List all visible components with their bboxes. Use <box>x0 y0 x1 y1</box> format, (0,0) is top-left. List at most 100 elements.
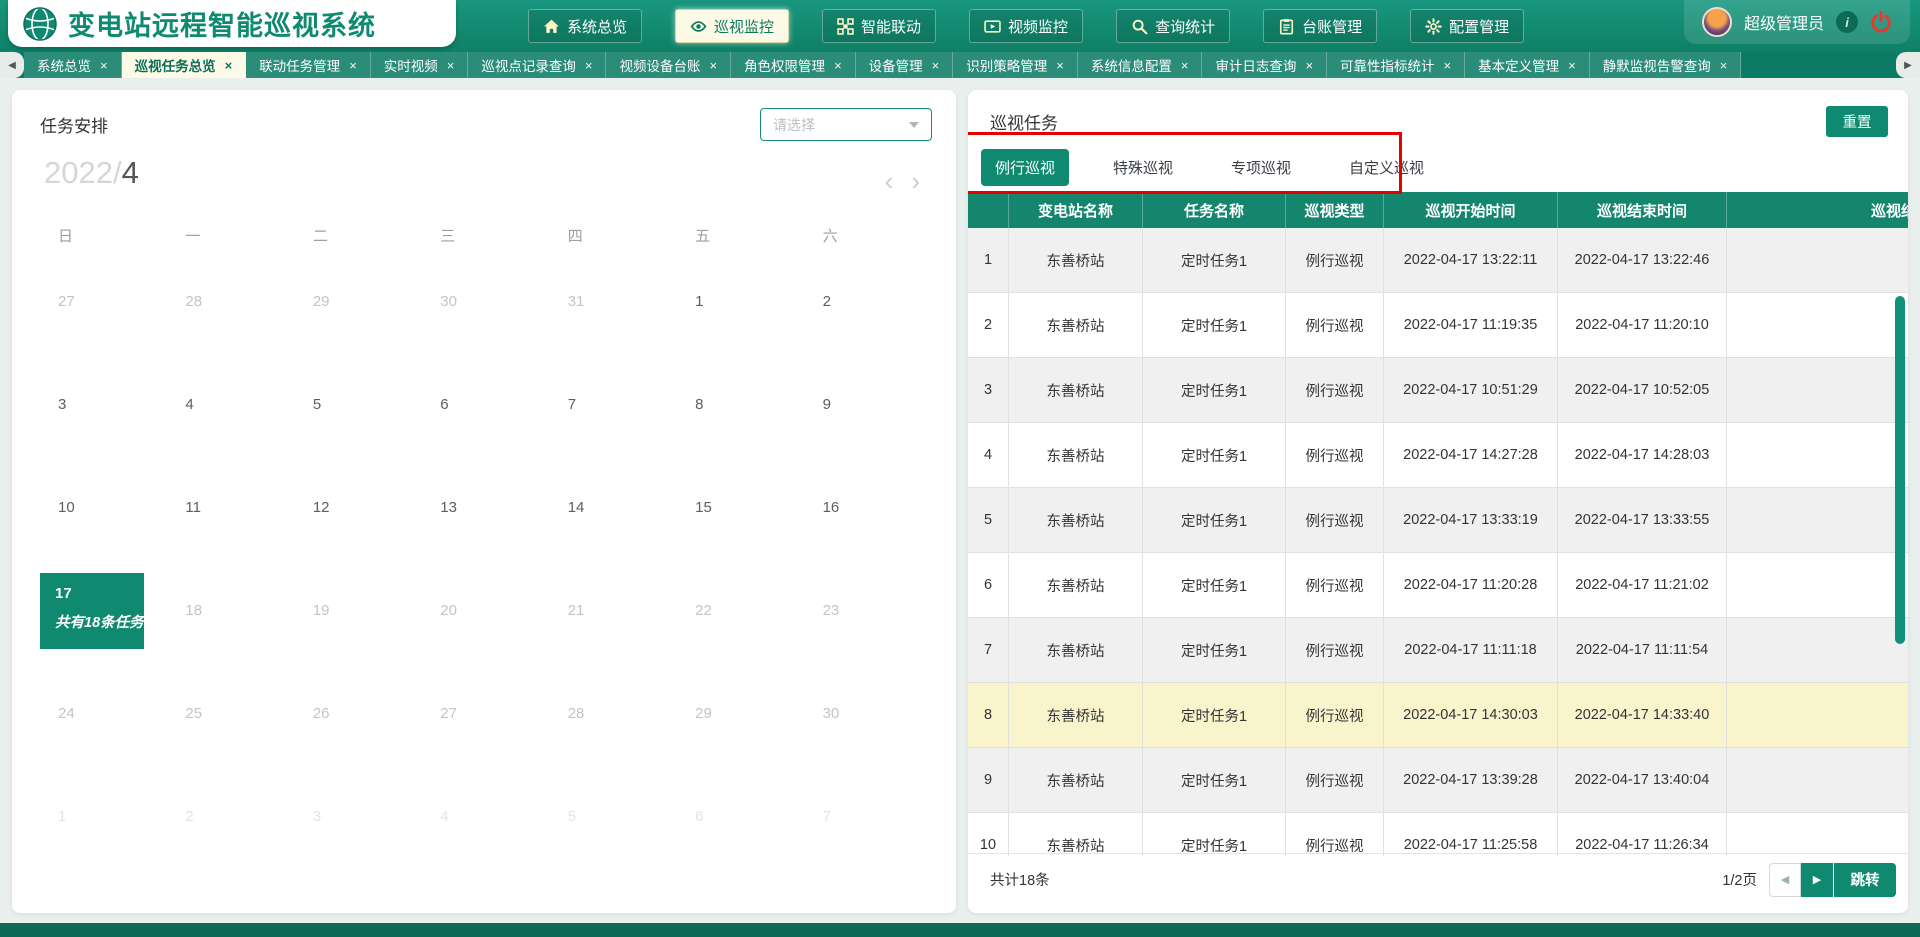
tab-可靠性指标统计[interactable]: 可靠性指标统计× <box>1327 52 1465 78</box>
type-tab-特殊巡视[interactable]: 特殊巡视 <box>1099 149 1187 186</box>
calendar-prev-icon[interactable]: ‹ <box>885 171 894 191</box>
close-icon[interactable]: × <box>1305 58 1313 73</box>
calendar-day-28[interactable]: 28 <box>167 250 294 353</box>
close-icon[interactable]: × <box>1720 58 1728 73</box>
tab-巡视任务总览[interactable]: 巡视任务总览× <box>122 52 247 78</box>
tab-巡视点记录查询[interactable]: 巡视点记录查询× <box>468 52 606 78</box>
close-icon[interactable]: × <box>1181 58 1189 73</box>
next-page-icon[interactable]: ▶ <box>1801 863 1833 897</box>
calendar-day-8[interactable]: 8 <box>677 353 804 456</box>
tab-实时视频[interactable]: 实时视频× <box>371 52 469 78</box>
nav-查询统计[interactable]: 查询统计 <box>1116 9 1230 43</box>
table-row[interactable]: 9东善桥站定时任务1例行巡视2022-04-17 13:39:282022-04… <box>968 748 1908 813</box>
calendar-day-21[interactable]: 21 <box>550 559 677 662</box>
calendar-day-9[interactable]: 9 <box>805 353 932 456</box>
table-row[interactable]: 5东善桥站定时任务1例行巡视2022-04-17 13:33:192022-04… <box>968 488 1908 553</box>
table-row[interactable]: 1东善桥站定时任务1例行巡视2022-04-17 13:22:112022-04… <box>968 228 1908 293</box>
tabs-scroll-right-icon[interactable]: ▶ <box>1896 52 1920 78</box>
close-icon[interactable]: × <box>1444 58 1452 73</box>
tab-系统总览[interactable]: 系统总览× <box>24 52 122 78</box>
calendar-day-3[interactable]: 3 <box>295 765 422 868</box>
table-row[interactable]: 2东善桥站定时任务1例行巡视2022-04-17 11:19:352022-04… <box>968 293 1908 358</box>
power-logout-icon[interactable] <box>1870 11 1892 33</box>
calendar-day-7[interactable]: 7 <box>805 765 932 868</box>
calendar-day-31[interactable]: 31 <box>550 250 677 353</box>
tab-静默监视告警查询[interactable]: 静默监视告警查询× <box>1590 52 1742 78</box>
table-row[interactable]: 4东善桥站定时任务1例行巡视2022-04-17 14:27:282022-04… <box>968 423 1908 488</box>
jump-page-button[interactable]: 跳转 <box>1834 863 1896 897</box>
station-select[interactable]: 请选择 <box>760 108 932 141</box>
calendar-day-26[interactable]: 26 <box>295 662 422 765</box>
calendar-day-30[interactable]: 30 <box>805 662 932 765</box>
close-icon[interactable]: × <box>932 58 940 73</box>
calendar-next-icon[interactable]: › <box>911 171 920 191</box>
calendar-day-29[interactable]: 29 <box>677 662 804 765</box>
tabs-scroll-left-icon[interactable]: ◀ <box>0 52 24 78</box>
tab-系统信息配置[interactable]: 系统信息配置× <box>1078 52 1203 78</box>
calendar-day-16[interactable]: 16 <box>805 456 932 559</box>
avatar[interactable] <box>1702 7 1732 37</box>
tab-视频设备台账[interactable]: 视频设备台账× <box>606 52 731 78</box>
info-icon[interactable]: i <box>1836 11 1858 33</box>
close-icon[interactable]: × <box>834 58 842 73</box>
close-icon[interactable]: × <box>1056 58 1064 73</box>
calendar-day-28[interactable]: 28 <box>550 662 677 765</box>
calendar-day-13[interactable]: 13 <box>422 456 549 559</box>
calendar-day-6[interactable]: 6 <box>677 765 804 868</box>
tab-角色权限管理[interactable]: 角色权限管理× <box>731 52 856 78</box>
type-tab-自定义巡视[interactable]: 自定义巡视 <box>1335 149 1438 186</box>
table-row[interactable]: 7东善桥站定时任务1例行巡视2022-04-17 11:11:182022-04… <box>968 618 1908 683</box>
close-icon[interactable]: × <box>447 58 455 73</box>
close-icon[interactable]: × <box>100 58 108 73</box>
calendar-day-30[interactable]: 30 <box>422 250 549 353</box>
nav-系统总览[interactable]: 系统总览 <box>528 9 642 43</box>
nav-台账管理[interactable]: 台账管理 <box>1263 9 1377 43</box>
calendar-day-10[interactable]: 10 <box>40 456 167 559</box>
calendar-day-17[interactable]: 17共有18条任务 <box>40 559 167 662</box>
calendar-day-12[interactable]: 12 <box>295 456 422 559</box>
calendar-day-24[interactable]: 24 <box>40 662 167 765</box>
calendar-day-11[interactable]: 11 <box>167 456 294 559</box>
calendar-day-6[interactable]: 6 <box>422 353 549 456</box>
calendar-day-25[interactable]: 25 <box>167 662 294 765</box>
nav-智能联动[interactable]: 智能联动 <box>822 9 936 43</box>
calendar-day-20[interactable]: 20 <box>422 559 549 662</box>
calendar-day-27[interactable]: 27 <box>422 662 549 765</box>
calendar-day-29[interactable]: 29 <box>295 250 422 353</box>
user-area[interactable]: 超级管理员 i <box>1684 0 1910 44</box>
calendar-day-2[interactable]: 2 <box>805 250 932 353</box>
calendar-day-15[interactable]: 15 <box>677 456 804 559</box>
selected-day-block[interactable]: 17共有18条任务 <box>40 573 144 649</box>
close-icon[interactable]: × <box>349 58 357 73</box>
calendar-day-4[interactable]: 4 <box>422 765 549 868</box>
close-icon[interactable]: × <box>709 58 717 73</box>
calendar-day-18[interactable]: 18 <box>167 559 294 662</box>
prev-page-icon[interactable]: ◀ <box>1769 863 1801 897</box>
calendar-day-3[interactable]: 3 <box>40 353 167 456</box>
table-row[interactable]: 3东善桥站定时任务1例行巡视2022-04-17 10:51:292022-04… <box>968 358 1908 423</box>
nav-巡视监控[interactable]: 巡视监控 <box>675 9 789 43</box>
calendar-day-1[interactable]: 1 <box>677 250 804 353</box>
close-icon[interactable]: × <box>225 58 233 73</box>
tab-审计日志查询[interactable]: 审计日志查询× <box>1202 52 1327 78</box>
calendar-day-4[interactable]: 4 <box>167 353 294 456</box>
tab-识别策略管理[interactable]: 识别策略管理× <box>953 52 1078 78</box>
calendar-day-5[interactable]: 5 <box>295 353 422 456</box>
close-icon[interactable]: × <box>585 58 593 73</box>
calendar-day-14[interactable]: 14 <box>550 456 677 559</box>
nav-配置管理[interactable]: 配置管理 <box>1410 9 1524 43</box>
type-tab-专项巡视[interactable]: 专项巡视 <box>1217 149 1305 186</box>
table-row[interactable]: 6东善桥站定时任务1例行巡视2022-04-17 11:20:282022-04… <box>968 553 1908 618</box>
close-icon[interactable]: × <box>1568 58 1576 73</box>
calendar-day-22[interactable]: 22 <box>677 559 804 662</box>
table-row[interactable]: 8东善桥站定时任务1例行巡视2022-04-17 14:30:032022-04… <box>968 683 1908 748</box>
tab-基本定义管理[interactable]: 基本定义管理× <box>1465 52 1590 78</box>
calendar-day-27[interactable]: 27 <box>40 250 167 353</box>
type-tab-例行巡视[interactable]: 例行巡视 <box>981 149 1069 186</box>
calendar-day-23[interactable]: 23 <box>805 559 932 662</box>
tab-设备管理[interactable]: 设备管理× <box>856 52 954 78</box>
table-row[interactable]: 10东善桥站定时任务1例行巡视2022-04-17 11:25:582022-0… <box>968 813 1908 856</box>
calendar-day-7[interactable]: 7 <box>550 353 677 456</box>
reset-button[interactable]: 重置 <box>1826 106 1888 137</box>
calendar-day-5[interactable]: 5 <box>550 765 677 868</box>
